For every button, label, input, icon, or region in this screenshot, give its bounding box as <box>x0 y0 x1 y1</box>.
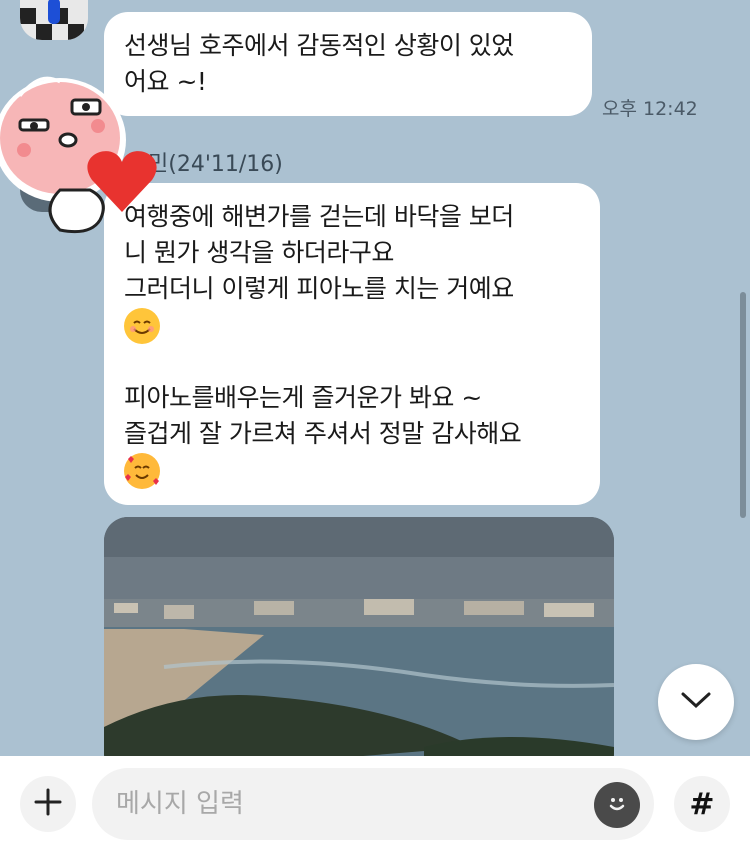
message-bubble[interactable]: 여행중에 해변가를 걷는데 바닥을 보더 니 뭔가 생각을 하더라구요 그러더니… <box>104 183 600 505</box>
sender-name: 민(24'11/16) <box>148 152 283 177</box>
shared-photo[interactable] <box>104 517 614 756</box>
message-timestamp: 오후 12:42 <box>602 98 698 120</box>
plus-icon <box>34 788 62 820</box>
chat-area[interactable]: 선생님 호주에서 감동적인 상황이 있었 어요 ~! 오후 12:42 민(24… <box>0 0 750 756</box>
message-text: 피아노를배우는게 즐거운가 봐요 ~ <box>124 383 482 412</box>
emoticon-button[interactable] <box>594 782 640 828</box>
message-text: 어요 ~! <box>124 67 207 96</box>
smiley-icon <box>603 789 631 821</box>
message-text: 여행중에 해변가를 걷는데 바닥을 보더 <box>124 202 514 231</box>
chevron-down-icon <box>680 690 712 714</box>
scroll-to-bottom-button[interactable] <box>658 664 734 740</box>
message-text: 즐겁게 잘 가르쳐 주셔서 정말 감사해요 <box>124 419 522 448</box>
peach-character-sticker <box>0 60 160 240</box>
avatar[interactable] <box>20 0 88 40</box>
message-text: 니 뭔가 생각을 하더라구요 <box>124 238 394 267</box>
scrollbar[interactable] <box>740 292 746 518</box>
message-input-container <box>92 768 654 840</box>
message-text: 선생님 호주에서 감동적인 상황이 있었 <box>124 31 514 60</box>
message-composer: # <box>0 756 750 851</box>
message-input[interactable] <box>116 768 596 840</box>
hash-search-button[interactable]: # <box>674 776 730 832</box>
smiling-face-icon <box>124 308 160 344</box>
smiling-face-with-hearts-icon <box>124 453 160 489</box>
hash-icon: # <box>689 786 715 822</box>
message-text: 그러더니 이렇게 피아노를 치는 거예요 <box>124 274 514 303</box>
message-bubble[interactable]: 선생님 호주에서 감동적인 상황이 있었 어요 ~! <box>104 12 592 116</box>
attach-button[interactable] <box>20 776 76 832</box>
